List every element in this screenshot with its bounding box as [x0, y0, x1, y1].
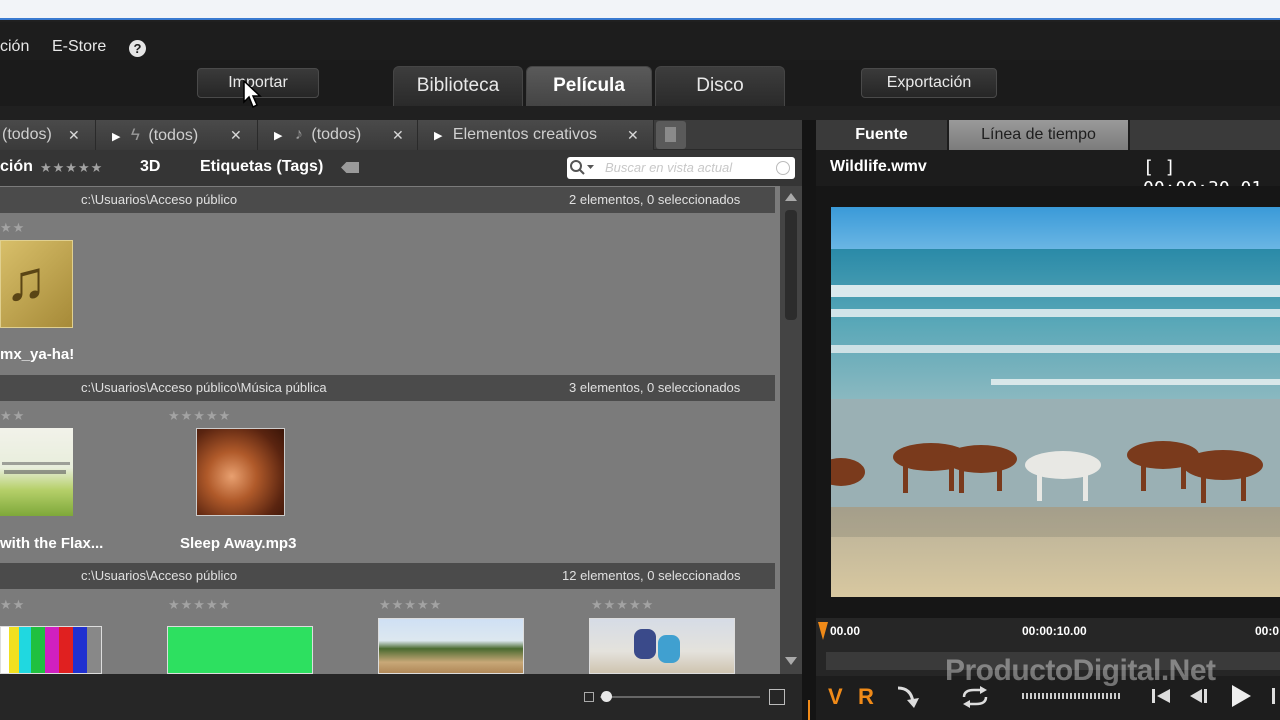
- video-frame-image: [831, 207, 1280, 597]
- large-thumb-icon[interactable]: [769, 689, 785, 705]
- item-rating[interactable]: ★★: [0, 220, 25, 236]
- close-icon[interactable]: ✕: [68, 120, 80, 150]
- filter-video[interactable]: ▶ ϟ (todos) ✕: [96, 120, 258, 150]
- item-rating[interactable]: ★★★★★: [168, 597, 231, 613]
- item-label: mx_ya-ha!: [0, 346, 75, 363]
- play-arrow-icon: ▶: [112, 131, 121, 143]
- music-note-icon: ♫: [5, 249, 47, 312]
- search-input[interactable]: Buscar en vista actual: [567, 157, 795, 179]
- menu-item-estore[interactable]: E-Store: [52, 38, 106, 56]
- album-art-thumbnail[interactable]: [0, 428, 73, 516]
- video-thumbnail[interactable]: [589, 618, 735, 674]
- zoom-slider[interactable]: [600, 696, 760, 698]
- group-header[interactable]: c:\Usuarios\Acceso público 2 elementos, …: [0, 187, 775, 213]
- export-label: Exportación: [886, 74, 972, 91]
- filter-audio[interactable]: ▶ ♪ (todos) ✕: [258, 120, 418, 150]
- filter-video-label: (todos): [148, 127, 199, 144]
- scroll-down-icon[interactable]: [785, 657, 797, 665]
- item-label: Sleep Away.mp3: [180, 535, 297, 552]
- group-path: c:\Usuarios\Acceso público: [81, 568, 238, 583]
- ruler-label: 00.00: [830, 624, 861, 638]
- album-art-thumbnail[interactable]: [196, 428, 285, 516]
- player-tab-filler: [1130, 120, 1280, 150]
- filter-creative[interactable]: ▶ Elementos creativos ✕: [418, 120, 654, 150]
- step-forward-icon[interactable]: [1272, 688, 1275, 704]
- tab-linea-de-tiempo[interactable]: Línea de tiempo: [949, 120, 1128, 150]
- export-button[interactable]: Exportación: [861, 68, 997, 98]
- ruler-label: 00:0: [1255, 624, 1280, 638]
- music-thumbnail[interactable]: ♫: [0, 240, 73, 328]
- tab-pelicula[interactable]: Película: [526, 66, 652, 106]
- search-icon[interactable]: [569, 159, 597, 177]
- close-icon[interactable]: ✕: [392, 120, 404, 150]
- tab-disco[interactable]: Disco: [655, 66, 785, 106]
- scrollbar-thumb[interactable]: [785, 210, 797, 320]
- player-filename: Wildlife.wmv: [830, 158, 927, 175]
- app-window: ción E-Store ? Importar Biblioteca Pelíc…: [0, 0, 1280, 720]
- ruler-label: 00:00:10.00: [1022, 624, 1087, 638]
- play-arrow-icon: ▶: [434, 130, 443, 142]
- group-header[interactable]: c:\Usuarios\Acceso público 12 elementos,…: [0, 563, 775, 589]
- group-count: 2 elementos, 0 seleccionados: [569, 192, 741, 207]
- skip-to-start-icon[interactable]: [1150, 686, 1174, 706]
- step-back-icon[interactable]: [1186, 686, 1210, 706]
- clear-search-icon[interactable]: [776, 161, 790, 175]
- group-path: c:\Usuarios\Acceso público\Música públic…: [81, 380, 327, 395]
- window-top-strip: [0, 0, 1280, 20]
- scroll-up-icon[interactable]: [785, 193, 797, 201]
- insert-arrow-icon[interactable]: [895, 684, 921, 710]
- play-arrow-icon: ▶: [274, 130, 283, 142]
- help-icon[interactable]: ?: [129, 40, 146, 57]
- item-rating[interactable]: ★★★★★: [591, 597, 654, 613]
- tab-biblioteca[interactable]: Biblioteca: [393, 66, 523, 106]
- small-thumb-icon[interactable]: [584, 692, 594, 702]
- play-icon[interactable]: [1228, 682, 1254, 710]
- tags-label[interactable]: Etiquetas (Tags): [200, 158, 323, 176]
- video-track-toggle[interactable]: V: [828, 684, 843, 710]
- record-toggle[interactable]: R: [858, 684, 874, 710]
- group-path: c:\Usuarios\Acceso público: [81, 192, 238, 207]
- filter-collection[interactable]: (todos) ✕: [0, 120, 96, 150]
- item-rating[interactable]: ★★★★★: [379, 597, 442, 613]
- watermark-text: ProductoDigital.Net: [945, 654, 1216, 687]
- zoom-slider-handle[interactable]: [601, 691, 612, 702]
- video-thumbnail[interactable]: [378, 618, 524, 674]
- color-bars-thumbnail[interactable]: [0, 626, 102, 674]
- filter-collection-label: (todos): [2, 126, 52, 143]
- item-rating[interactable]: ★★: [0, 408, 25, 424]
- playhead-icon[interactable]: [818, 622, 828, 640]
- video-preview[interactable]: [831, 207, 1280, 597]
- filter-audio-label: (todos): [311, 126, 362, 143]
- new-tab-icon[interactable]: [656, 121, 686, 149]
- item-label: with the Flax...: [0, 535, 104, 552]
- tab-fuente[interactable]: Fuente: [816, 120, 947, 150]
- filter-creative-label: Elementos creativos: [452, 126, 597, 143]
- group-header[interactable]: c:\Usuarios\Acceso público\Música públic…: [0, 375, 775, 401]
- loop-icon[interactable]: [960, 686, 990, 708]
- music-note-icon: ♪: [294, 126, 303, 143]
- green-color-thumbnail[interactable]: [167, 626, 313, 674]
- rating-stars[interactable]: ★★★★★: [40, 160, 103, 176]
- item-rating[interactable]: ★★: [0, 597, 25, 613]
- group-count: 3 elementos, 0 seleccionados: [569, 380, 741, 395]
- close-icon[interactable]: ✕: [627, 120, 639, 150]
- jog-wheel[interactable]: [1022, 693, 1122, 699]
- group-count: 12 elementos, 0 seleccionados: [562, 568, 741, 583]
- mouse-cursor-icon: [243, 80, 262, 109]
- divider-marker: [808, 700, 810, 720]
- panel-divider[interactable]: [802, 120, 816, 720]
- rating-filter-label[interactable]: ción: [0, 158, 33, 176]
- 3d-filter-button[interactable]: 3D: [140, 158, 160, 176]
- lightning-icon: ϟ: [130, 125, 140, 144]
- close-icon[interactable]: ✕: [230, 120, 242, 150]
- item-rating[interactable]: ★★★★★: [168, 408, 231, 424]
- menu-item-configuracion[interactable]: ción: [0, 38, 29, 56]
